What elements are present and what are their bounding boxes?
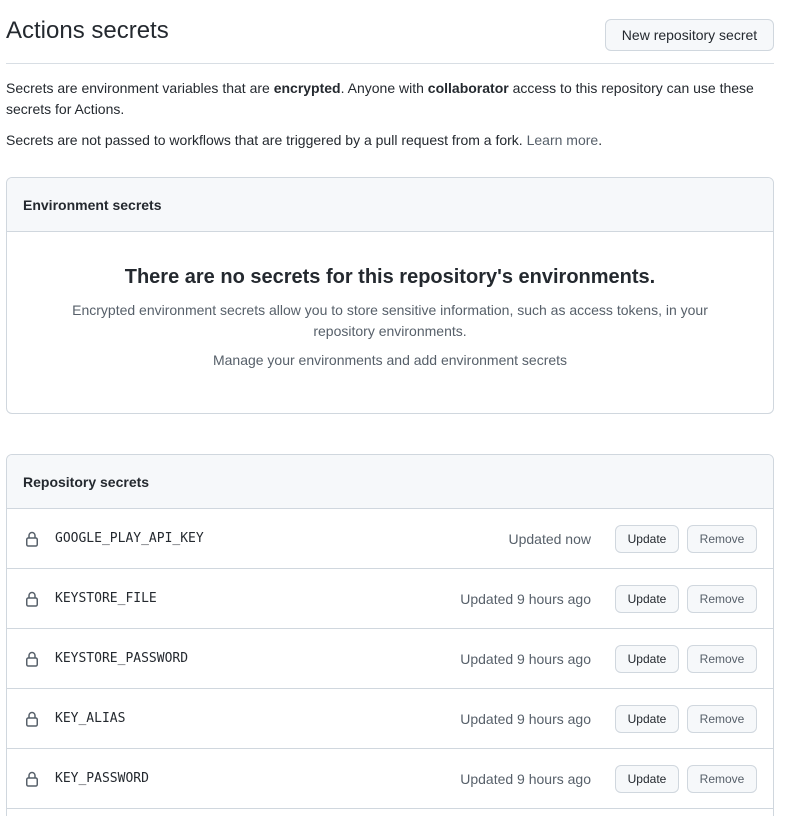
blankslate-title: There are no secrets for this repository… xyxy=(124,266,656,288)
update-secret-button[interactable]: Update xyxy=(615,764,679,793)
lock-icon xyxy=(24,651,40,667)
manage-environments-link[interactable]: Manage your environments and add environ… xyxy=(213,352,567,368)
secret-list: GOOGLE_PLAY_API_KEY Updated now Update R… xyxy=(7,509,773,809)
description-emphasis-encrypted: encrypted xyxy=(273,80,341,96)
update-secret-button[interactable]: Update xyxy=(615,704,679,733)
update-secret-button[interactable]: Update xyxy=(615,584,679,613)
secret-name: KEY_ALIAS xyxy=(55,711,126,726)
secret-row: KEY_ALIAS Updated 9 hours ago Update Rem… xyxy=(7,689,773,749)
description-emphasis-collaborator: collaborator xyxy=(427,80,509,96)
repository-secrets-box: Repository secrets GOOGLE_PLAY_API_KEY U… xyxy=(6,454,774,816)
environment-secrets-blankslate: There are no secrets for this repository… xyxy=(7,232,773,370)
page-header: Actions secrets New repository secret xyxy=(6,0,774,64)
secret-row: KEY_PASSWORD Updated 9 hours ago Update … xyxy=(7,749,773,809)
fork-note-text: Secrets are not passed to workflows that… xyxy=(6,132,523,148)
update-secret-button[interactable]: Update xyxy=(615,524,679,553)
repository-secrets-header: Repository secrets xyxy=(7,455,773,509)
lock-icon xyxy=(24,711,40,727)
new-repository-secret-button[interactable]: New repository secret xyxy=(605,19,774,51)
secret-name: KEY_PASSWORD xyxy=(55,771,149,786)
fork-note-period: . xyxy=(598,132,603,148)
secret-name: KEYSTORE_PASSWORD xyxy=(55,651,189,666)
remove-secret-button[interactable]: Remove xyxy=(687,644,757,673)
page-title: Actions secrets xyxy=(6,17,169,44)
description-text: . Anyone with xyxy=(340,80,428,96)
secret-updated-time: Updated now xyxy=(508,530,591,547)
remove-secret-button[interactable]: Remove xyxy=(687,704,757,733)
description-text: Secrets are environment variables that a… xyxy=(6,80,274,96)
secret-row: KEYSTORE_PASSWORD Updated 9 hours ago Up… xyxy=(7,629,773,689)
remove-secret-button[interactable]: Remove xyxy=(687,584,757,613)
lock-icon xyxy=(24,771,40,787)
lock-icon xyxy=(24,591,40,607)
blankslate-text: Encrypted environment secrets allow you … xyxy=(72,302,708,339)
environment-secrets-header: Environment secrets xyxy=(7,178,773,232)
secret-updated-time: Updated 9 hours ago xyxy=(460,650,591,667)
fork-note: Secrets are not passed to workflows that… xyxy=(6,130,774,151)
secret-name: GOOGLE_PLAY_API_KEY xyxy=(55,531,204,546)
remove-secret-button[interactable]: Remove xyxy=(687,764,757,793)
actions-secrets-page: Actions secrets New repository secret Se… xyxy=(0,0,791,816)
secret-updated-time: Updated 9 hours ago xyxy=(460,770,591,787)
environment-secrets-box: Environment secrets There are no secrets… xyxy=(6,177,774,414)
secrets-description: Secrets are environment variables that a… xyxy=(6,78,774,120)
update-secret-button[interactable]: Update xyxy=(615,644,679,673)
secret-row: GOOGLE_PLAY_API_KEY Updated now Update R… xyxy=(7,509,773,569)
secret-updated-time: Updated 9 hours ago xyxy=(460,590,591,607)
secret-row: KEYSTORE_FILE Updated 9 hours ago Update… xyxy=(7,569,773,629)
secret-name: KEYSTORE_FILE xyxy=(55,591,157,606)
secret-updated-time: Updated 9 hours ago xyxy=(460,710,591,727)
learn-more-link[interactable]: Learn more xyxy=(527,132,599,148)
remove-secret-button[interactable]: Remove xyxy=(687,524,757,553)
lock-icon xyxy=(24,531,40,547)
